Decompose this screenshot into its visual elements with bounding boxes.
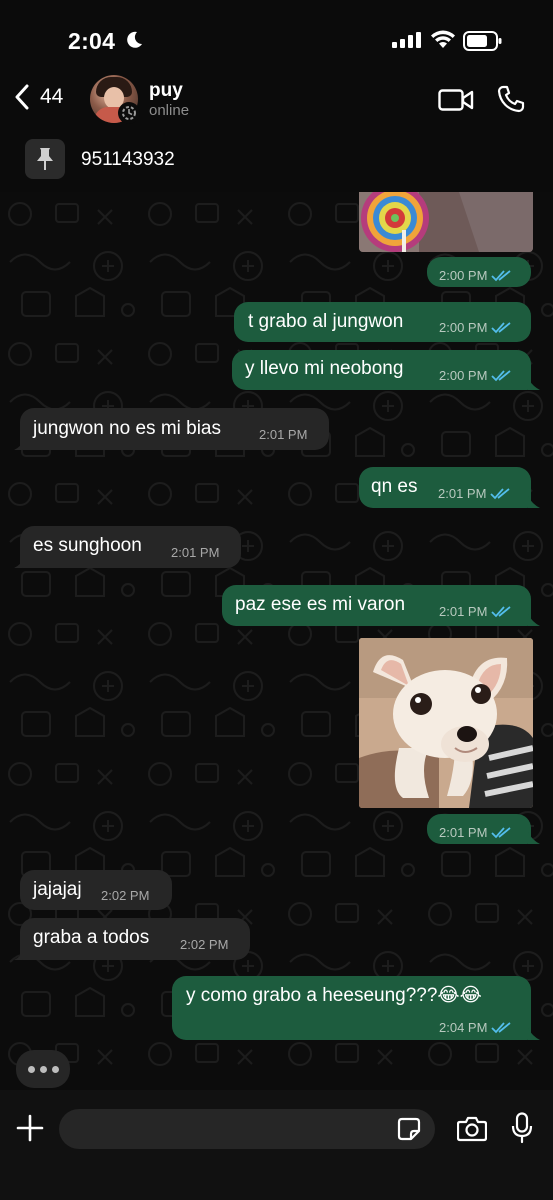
read-receipt-icon [491, 606, 511, 618]
status-ring-icon [118, 102, 140, 124]
message-text: jajajaj [33, 879, 82, 900]
moon-icon [127, 31, 142, 48]
message-list[interactable]: 2:00 PM t grabo al jungwon 2:00 PM y lle… [0, 192, 553, 1090]
message-input[interactable] [73, 1109, 393, 1149]
message-text: qn es [371, 476, 418, 497]
message-bubble-incoming[interactable]: es sunghoon 2:01 PM [20, 526, 241, 568]
read-receipt-icon [491, 1022, 511, 1034]
plus-icon[interactable] [16, 1114, 44, 1142]
microphone-icon[interactable] [511, 1112, 533, 1144]
pinned-message-text: 951143932 [81, 149, 175, 170]
message-bubble-incoming[interactable]: graba a todos 2:02 PM [20, 918, 250, 960]
message-time: 2:01 PM [171, 545, 220, 560]
pin-icon [25, 139, 65, 179]
message-text: es sunghoon [33, 535, 142, 556]
message-time: 2:01 PM [439, 604, 488, 619]
battery-icon [463, 31, 502, 51]
message-text: y llevo mi neobong [245, 358, 404, 379]
typing-dot [39, 1065, 47, 1073]
lollipop-photo [359, 192, 533, 252]
message-bubble-outgoing[interactable]: paz ese es mi varon 2:01 PM [222, 585, 531, 626]
message-time: 2:04 PM [439, 1020, 488, 1035]
message-text: graba a todos [33, 927, 150, 948]
message-bubble-incoming[interactable]: jungwon no es mi bias 2:01 PM [20, 408, 329, 450]
pinned-message-bar[interactable]: 951143932 [0, 138, 553, 192]
message-bubble-incoming[interactable]: jajajaj 2:02 PM [20, 870, 172, 910]
message-text: paz ese es mi varon [235, 594, 406, 615]
chevron-left-icon [15, 84, 29, 110]
message-bubble-outgoing[interactable]: y llevo mi neobong 2:00 PM [232, 350, 531, 390]
cellular-signal-icon [392, 32, 421, 48]
message-time: 2:01 PM [438, 486, 487, 501]
message-time: 2:00 PM [439, 268, 488, 283]
message-time: 2:00 PM [439, 320, 488, 335]
chat-header: 44 puy online 951143932 [0, 72, 553, 192]
phone-call-icon[interactable] [497, 85, 525, 113]
read-receipt-icon [491, 322, 511, 334]
message-bubble-outgoing[interactable]: y como grabo a heeseung???😂😂 2:04 PM [172, 976, 531, 1040]
status-bar: 2:04 [0, 0, 553, 72]
wifi-icon [431, 30, 455, 48]
message-time: 2:01 PM [259, 427, 308, 442]
message-time: 2:02 PM [101, 888, 150, 903]
video-call-icon[interactable] [438, 88, 474, 112]
contact-name[interactable]: puy [149, 80, 183, 102]
camera-icon[interactable] [457, 1116, 487, 1142]
status-time: 2:04 [68, 28, 116, 54]
message-bubble-outgoing[interactable]: qn es 2:01 PM [359, 467, 531, 508]
contact-status: online [149, 102, 190, 119]
read-receipt-icon [491, 370, 511, 382]
image-message-lollipop[interactable] [359, 192, 533, 252]
typing-dot [51, 1065, 59, 1073]
unread-count: 44 [40, 85, 64, 108]
message-input-box[interactable] [59, 1109, 435, 1149]
read-receipt-icon [491, 270, 511, 282]
read-receipt-icon [491, 827, 511, 839]
message-composer [0, 1090, 553, 1200]
image-caption-bubble-1: 2:00 PM [427, 257, 531, 287]
image-message-chihuahua[interactable] [359, 638, 533, 808]
message-text: jungwon no es mi bias [33, 418, 221, 439]
image-caption-bubble-2: 2:01 PM [427, 814, 531, 844]
typing-dot [27, 1065, 35, 1073]
chihuahua-photo [359, 638, 533, 808]
back-button[interactable]: 44 [14, 84, 63, 110]
read-receipt-icon [490, 488, 510, 500]
message-time: 2:01 PM [439, 825, 488, 840]
typing-indicator [16, 1050, 70, 1088]
sticker-icon[interactable] [397, 1117, 421, 1141]
message-text: t grabo al jungwon [248, 311, 404, 332]
message-time: 2:02 PM [180, 937, 229, 952]
message-text: y como grabo a heeseung???😂😂 [186, 985, 482, 1006]
message-bubble-outgoing[interactable]: t grabo al jungwon 2:00 PM [234, 302, 531, 342]
message-time: 2:00 PM [439, 368, 488, 383]
